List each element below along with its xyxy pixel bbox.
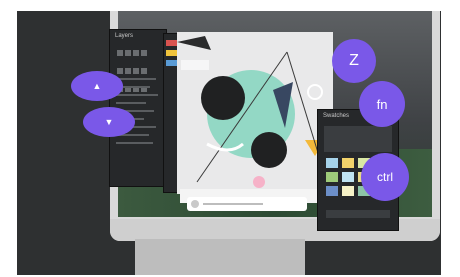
swatch-cream[interactable]: [342, 186, 354, 196]
swatch-footer: [326, 210, 390, 218]
key-label: fn: [376, 96, 388, 112]
pink-dot: [253, 176, 265, 188]
layer-row[interactable]: [116, 102, 146, 104]
white-ring: [307, 84, 323, 100]
layer-row[interactable]: [116, 78, 156, 80]
white-strip: [181, 60, 209, 70]
dark-shard: [177, 36, 211, 50]
swatch-green[interactable]: [326, 172, 338, 182]
tool-button[interactable]: [141, 50, 147, 56]
key-down-arrow[interactable]: ▼: [83, 107, 135, 137]
black-circle-bottom: [251, 132, 287, 168]
imac-stand: [135, 239, 305, 275]
tool-button[interactable]: [125, 68, 131, 74]
scene: Layers Swatches ▲ ▼ Z fn ctrl: [17, 11, 441, 275]
comment-line: [203, 203, 263, 205]
right-panel-title: Swatches: [323, 113, 350, 119]
key-label: Z: [349, 52, 359, 69]
artwork-svg: [177, 36, 328, 188]
avatar: [191, 200, 199, 208]
key-up-arrow[interactable]: ▲: [71, 71, 123, 101]
key-label: ▼: [104, 117, 114, 127]
swatch-sky[interactable]: [342, 172, 354, 182]
tool-button[interactable]: [141, 68, 147, 74]
layer-row[interactable]: [116, 142, 153, 144]
swatch-blue[interactable]: [326, 158, 338, 168]
swatch-yellow[interactable]: [342, 158, 354, 168]
key-ctrl[interactable]: ctrl: [361, 153, 409, 201]
left-panel-title: Layers: [115, 33, 134, 39]
swatch-indigo[interactable]: [326, 186, 338, 196]
key-z[interactable]: Z: [332, 39, 376, 83]
tool-button[interactable]: [117, 50, 123, 56]
key-fn[interactable]: fn: [359, 81, 405, 127]
layer-row[interactable]: [116, 94, 158, 96]
key-label: ▲: [92, 81, 102, 91]
tool-button[interactable]: [133, 68, 139, 74]
comment-bar[interactable]: [187, 197, 307, 211]
tool-button[interactable]: [117, 68, 123, 74]
tool-button[interactable]: [125, 50, 131, 56]
tool-button[interactable]: [133, 50, 139, 56]
artboard[interactable]: [177, 32, 333, 194]
swatches-header: [324, 126, 392, 152]
black-circle-left: [201, 76, 245, 120]
key-label: ctrl: [377, 170, 393, 184]
